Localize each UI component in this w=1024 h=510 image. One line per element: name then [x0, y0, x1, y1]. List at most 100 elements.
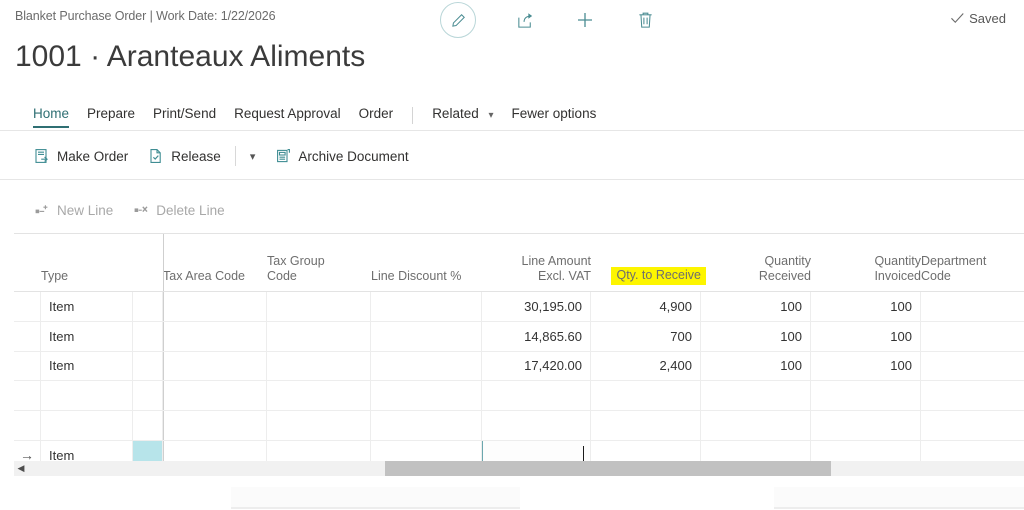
cell-quantity-invoiced[interactable]	[811, 381, 921, 411]
column-header-quantity-invoiced[interactable]: Quantity Invoiced	[811, 234, 921, 291]
cell-indicator[interactable]	[14, 321, 41, 351]
cell-indicator[interactable]	[14, 381, 41, 411]
tab-prepare[interactable]: Prepare	[78, 100, 144, 131]
table-row[interactable]: Item 17,420.00 2,400 100 100	[14, 351, 1024, 382]
tab-fewer-options[interactable]: Fewer options	[503, 100, 606, 131]
cell-department-code[interactable]	[921, 381, 1024, 410]
tab-order[interactable]: Order	[350, 100, 403, 131]
cell-tax-group-code[interactable]	[267, 321, 371, 351]
column-header-quantity-received[interactable]: Quantity Received	[701, 234, 811, 291]
archive-document-button[interactable]: Archive Document	[265, 141, 418, 171]
cell-department-code[interactable]	[921, 352, 1024, 381]
tab-request-approval[interactable]: Request Approval	[225, 100, 350, 131]
cell-line-amount-excl-vat[interactable]: 30,195.00	[482, 292, 591, 321]
cell-line-amount-excl-vat[interactable]	[482, 411, 591, 440]
cell-line-discount-pct[interactable]	[371, 351, 482, 381]
cell-tax-group-code[interactable]	[267, 381, 371, 411]
archive-document-icon	[275, 148, 291, 164]
cell-quantity-invoiced[interactable]	[811, 411, 921, 440]
cell-type[interactable]	[41, 381, 133, 411]
cell-line-amount-excl-vat[interactable]	[482, 381, 591, 411]
cell-blank1[interactable]	[133, 292, 163, 321]
cell-line-discount-pct[interactable]	[371, 321, 482, 351]
column-header-line-amount-excl-vat[interactable]: Line Amount Excl. VAT	[482, 234, 592, 291]
release-dropdown-button[interactable]: ▾	[240, 141, 266, 171]
cell-tax-area-code[interactable]	[163, 321, 267, 351]
cell-qty-to-receive[interactable]: 4,900	[591, 292, 701, 321]
cell-value: 14,865.60	[524, 328, 582, 344]
cell-type[interactable]: Item	[41, 292, 133, 321]
column-header-qty-to-receive[interactable]: Qty. to Receive	[591, 234, 706, 291]
cell-blank1[interactable]	[133, 321, 163, 351]
cell-line-amount-excl-vat[interactable]: 14,865.60	[482, 321, 591, 351]
cell-value: Item	[49, 358, 75, 374]
cell-quantity-invoiced[interactable]: 100	[811, 321, 921, 351]
cell-quantity-invoiced[interactable]: 100	[811, 292, 921, 321]
cell-tax-area-code[interactable]	[163, 381, 267, 411]
cell-department-code[interactable]	[921, 322, 1024, 351]
cell-tax-group-code[interactable]	[267, 411, 371, 440]
cell-line-discount-pct[interactable]	[371, 411, 482, 440]
cell-tax-group-code[interactable]	[267, 292, 371, 321]
release-button[interactable]: Release	[138, 141, 231, 171]
cell-quantity-received[interactable]: 100	[701, 351, 811, 381]
cell-tax-area-code[interactable]	[163, 292, 267, 321]
tab-print-send[interactable]: Print/Send	[144, 100, 225, 131]
cell-value: 100	[890, 358, 912, 374]
cell-blank1[interactable]	[133, 411, 163, 440]
frozen-column-divider	[163, 411, 164, 440]
scroll-left-arrow-icon[interactable]: ◀	[14, 461, 28, 476]
tab-home-label: Home	[33, 105, 70, 121]
cell-indicator[interactable]	[14, 351, 41, 381]
command-split-divider	[234, 146, 236, 166]
cell-tax-area-code[interactable]	[163, 411, 267, 440]
cell-qty-to-receive[interactable]	[591, 381, 701, 411]
trash-icon[interactable]	[634, 9, 656, 31]
bottom-card-left	[231, 487, 520, 509]
make-order-button[interactable]: Make Order	[24, 141, 138, 171]
horizontal-scrollbar[interactable]: ◀	[14, 461, 1024, 476]
cell-quantity-received[interactable]: 100	[701, 292, 811, 321]
column-header-tax-group-code[interactable]: Tax Group Code	[267, 234, 371, 291]
page-title: 1001 · Aranteaux Aliments	[15, 40, 366, 73]
cell-qty-to-receive[interactable]: 2,400	[591, 351, 701, 381]
cell-value: Item	[49, 328, 75, 344]
cell-tax-group-code[interactable]	[267, 351, 371, 381]
edit-icon[interactable]	[440, 2, 476, 38]
cell-tax-area-code[interactable]	[163, 351, 267, 381]
cell-type[interactable]	[41, 411, 133, 440]
table-row[interactable]	[14, 381, 1024, 412]
delete-line-button[interactable]: Delete Line	[123, 196, 234, 224]
cell-quantity-received[interactable]: 100	[701, 321, 811, 351]
cell-blank1[interactable]	[133, 351, 163, 381]
table-row[interactable]: Item 30,195.00 4,900 100 100	[14, 292, 1024, 322]
scrollbar-thumb[interactable]	[384, 461, 832, 476]
cell-line-discount-pct[interactable]	[371, 292, 482, 321]
tab-home[interactable]: Home	[24, 100, 78, 131]
cell-qty-to-receive[interactable]	[591, 411, 701, 440]
cell-blank1[interactable]	[133, 381, 163, 411]
cell-line-discount-pct[interactable]	[371, 381, 482, 411]
cell-line-amount-excl-vat[interactable]: 17,420.00	[482, 351, 591, 381]
cell-qty-to-receive[interactable]: 700	[591, 321, 701, 351]
cell-indicator[interactable]	[14, 411, 41, 440]
cell-indicator[interactable]	[14, 292, 41, 321]
cell-type[interactable]: Item	[41, 351, 133, 381]
table-row[interactable]	[14, 411, 1024, 441]
share-icon[interactable]	[514, 9, 536, 31]
cell-quantity-received[interactable]	[701, 411, 811, 440]
column-header-tax-area-code[interactable]: Tax Area Code	[163, 234, 267, 291]
plus-icon[interactable]	[574, 9, 596, 31]
column-header-line-discount-pct[interactable]: Line Discount %	[371, 234, 482, 291]
new-line-button[interactable]: New Line	[24, 196, 123, 224]
column-header-type[interactable]: Type	[41, 234, 133, 291]
column-header-department-code[interactable]: Department Code	[921, 234, 1024, 291]
cell-quantity-invoiced[interactable]: 100	[811, 351, 921, 381]
cell-type[interactable]: Item	[41, 321, 133, 351]
column-header-blank	[133, 234, 163, 291]
cell-department-code[interactable]	[921, 292, 1024, 321]
cell-department-code[interactable]	[921, 411, 1024, 440]
cell-quantity-received[interactable]	[701, 381, 811, 411]
tab-related[interactable]: Related ▾	[423, 100, 502, 131]
table-row[interactable]: Item 14,865.60 700 100 100	[14, 321, 1024, 352]
